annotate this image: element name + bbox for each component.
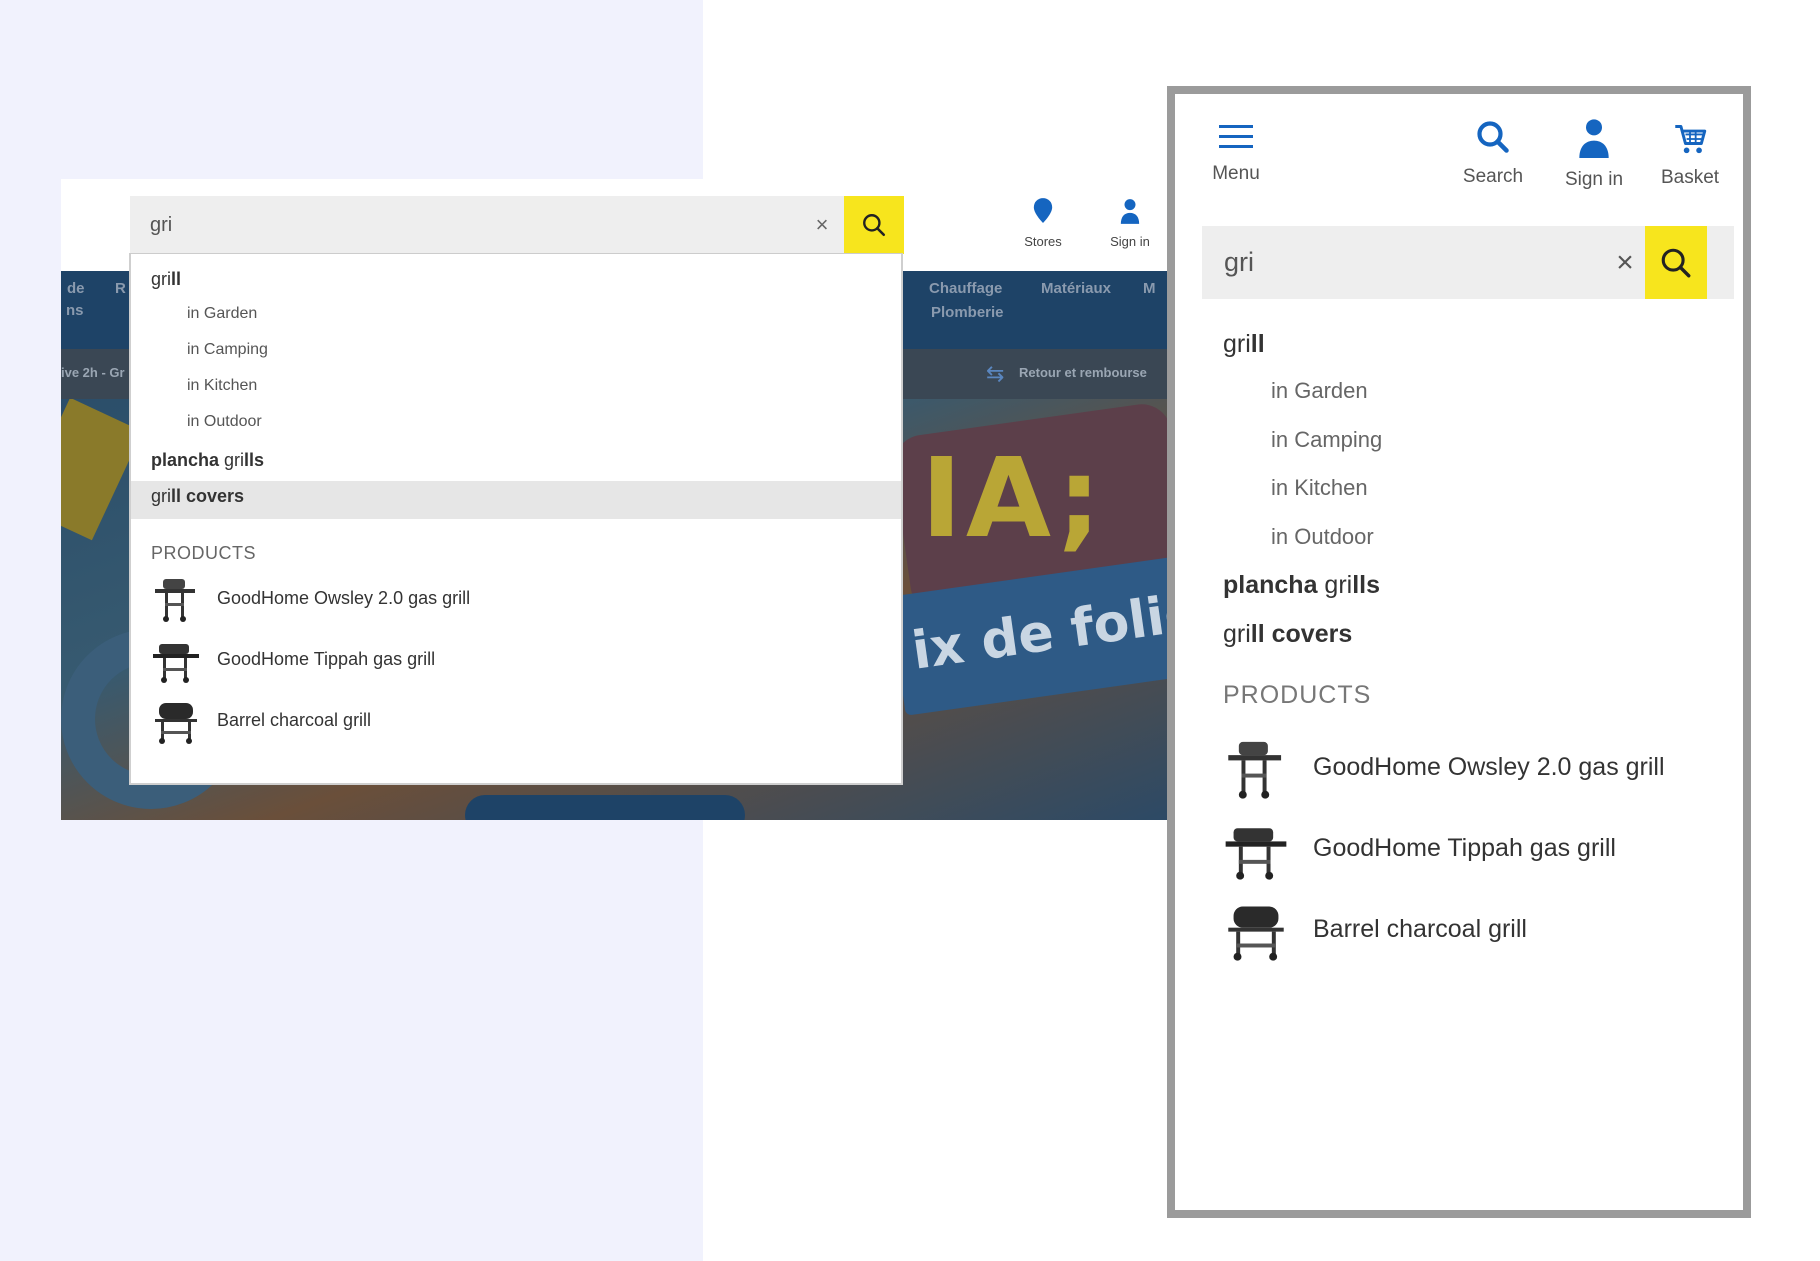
product-name: GoodHome Tippah gas grill bbox=[217, 648, 436, 669]
clear-icon[interactable]: × bbox=[1610, 248, 1640, 278]
stores-label: Stores bbox=[1024, 234, 1062, 249]
desktop-view: de ns R Chauffage Plomberie Matériaux M … bbox=[61, 179, 1175, 820]
subcategory-kitchen[interactable]: in Kitchen bbox=[187, 377, 257, 395]
nav-item-partial-2[interactable]: R bbox=[115, 277, 126, 301]
subcategory-kitchen[interactable]: in Kitchen bbox=[1271, 475, 1368, 501]
nav-item-chauffage[interactable]: Chauffage bbox=[929, 277, 1002, 301]
sign-in-link[interactable]: Sign in bbox=[1095, 197, 1165, 249]
charcoal-grill-thumbnail bbox=[1228, 906, 1284, 961]
strip-left-text: ive 2h - Gr bbox=[61, 365, 125, 380]
gas-grill-thumbnail bbox=[1228, 741, 1282, 799]
subcategory-garden[interactable]: in Garden bbox=[1271, 378, 1368, 404]
autocomplete-dropdown: grill in Garden in Camping in Kitchen in… bbox=[129, 253, 903, 785]
product-name: Barrel charcoal grill bbox=[217, 709, 372, 730]
product-item[interactable]: GoodHome Tippah gas grill bbox=[1223, 813, 1616, 883]
search-icon bbox=[1477, 121, 1509, 153]
suggestion-completion: ll covers bbox=[171, 486, 245, 506]
return-icon: ⇆ bbox=[986, 361, 1005, 386]
search-button[interactable] bbox=[1645, 226, 1707, 299]
nav-item-partial[interactable]: de bbox=[67, 277, 85, 301]
mobile-view: Menu Search Sign in Basket × bbox=[1167, 86, 1751, 1218]
sign-in-button[interactable]: Sign in bbox=[1549, 118, 1639, 191]
gas-grill-thumbnail bbox=[153, 644, 199, 683]
product-item[interactable]: GoodHome Owsley 2.0 gas grill bbox=[151, 572, 470, 624]
suggestion-match: gri bbox=[224, 450, 245, 470]
nav-item-materiaux[interactable]: Matériaux bbox=[1041, 277, 1111, 301]
nav-item-partial-sub[interactable]: ns bbox=[66, 299, 84, 323]
product-name: GoodHome Tippah gas grill bbox=[1313, 833, 1616, 862]
sign-in-label: Sign in bbox=[1564, 169, 1624, 190]
search-icon bbox=[863, 214, 886, 237]
sign-in-label: Sign in bbox=[1110, 234, 1150, 249]
basket-label: Basket bbox=[1660, 167, 1720, 188]
suggestion-completion: ll bbox=[171, 269, 182, 289]
suggestion-completion: plancha bbox=[1223, 571, 1325, 599]
hero-headline: IA; bbox=[921, 434, 1106, 562]
hamburger-menu-icon bbox=[1219, 125, 1253, 148]
nav-item-plomberie[interactable]: Plomberie bbox=[931, 301, 1004, 325]
suggestion-highlight bbox=[131, 481, 901, 519]
subcategory-camping[interactable]: in Camping bbox=[1271, 427, 1382, 453]
subcategory-outdoor[interactable]: in Outdoor bbox=[187, 413, 262, 431]
subcategory-outdoor[interactable]: in Outdoor bbox=[1271, 524, 1374, 550]
suggestion-completion: lls bbox=[1352, 571, 1381, 599]
basket-button[interactable]: Basket bbox=[1645, 122, 1735, 189]
product-item[interactable]: GoodHome Tippah gas grill bbox=[151, 633, 435, 685]
product-name: Barrel charcoal grill bbox=[1313, 914, 1527, 943]
suggestion-match: gri bbox=[151, 486, 172, 506]
user-icon bbox=[1120, 199, 1140, 224]
menu-label: Menu bbox=[1212, 163, 1260, 184]
search-icon bbox=[1661, 248, 1691, 277]
product-item[interactable]: GoodHome Owsley 2.0 gas grill bbox=[1223, 732, 1665, 802]
suggestion-plancha-grills[interactable]: plancha grills bbox=[1223, 571, 1380, 600]
suggestion-match: gri bbox=[1223, 330, 1251, 358]
search-input[interactable] bbox=[1202, 226, 1602, 299]
suggestion-match: gri bbox=[1324, 571, 1353, 599]
user-icon bbox=[1579, 119, 1609, 158]
suggestion-grill[interactable]: grill bbox=[1223, 330, 1265, 359]
product-name: GoodHome Owsley 2.0 gas grill bbox=[1313, 752, 1665, 781]
suggestion-completion: ll bbox=[1250, 330, 1265, 358]
product-name: GoodHome Owsley 2.0 gas grill bbox=[217, 587, 471, 608]
nav-item-partial-3[interactable]: M bbox=[1143, 277, 1156, 301]
search-input[interactable] bbox=[130, 196, 780, 254]
search-toggle[interactable]: Search bbox=[1448, 119, 1538, 188]
products-heading: PRODUCTS bbox=[1223, 681, 1372, 709]
suggestion-completion: lls bbox=[244, 450, 265, 470]
suggestion-plancha-grills[interactable]: plancha grills bbox=[151, 450, 264, 471]
subcategory-camping[interactable]: in Camping bbox=[187, 341, 268, 359]
menu-button[interactable]: Menu bbox=[1200, 122, 1272, 185]
search-button[interactable] bbox=[844, 196, 904, 254]
stores-link[interactable]: Stores bbox=[1008, 197, 1078, 249]
suggestion-match: gri bbox=[1223, 620, 1251, 648]
hero-cta-button[interactable] bbox=[465, 795, 745, 820]
clear-icon[interactable]: × bbox=[810, 213, 834, 237]
suggestion-match: gri bbox=[151, 269, 172, 289]
location-pin-icon bbox=[1033, 198, 1053, 223]
subcategory-garden[interactable]: in Garden bbox=[187, 305, 257, 323]
suggestion-completion: ll covers bbox=[1250, 620, 1353, 648]
search-bar: × bbox=[1202, 226, 1734, 299]
suggestion-grill-covers[interactable]: grill covers bbox=[151, 486, 244, 507]
suggestion-grill[interactable]: grill bbox=[151, 269, 181, 290]
suggestion-completion: plancha bbox=[151, 450, 225, 470]
products-heading: PRODUCTS bbox=[151, 543, 257, 563]
product-item[interactable]: Barrel charcoal grill bbox=[151, 694, 371, 746]
product-item[interactable]: Barrel charcoal grill bbox=[1223, 894, 1527, 964]
search-label: Search bbox=[1462, 166, 1524, 187]
search-bar: × bbox=[130, 196, 848, 254]
shopping-cart-icon bbox=[1675, 125, 1707, 154]
gas-grill-thumbnail bbox=[155, 579, 195, 622]
suggestion-grill-covers[interactable]: grill covers bbox=[1223, 620, 1352, 649]
charcoal-grill-thumbnail bbox=[155, 703, 197, 744]
strip-right-text[interactable]: Retour et rembourse bbox=[1019, 365, 1147, 380]
gas-grill-thumbnail bbox=[1225, 828, 1287, 880]
